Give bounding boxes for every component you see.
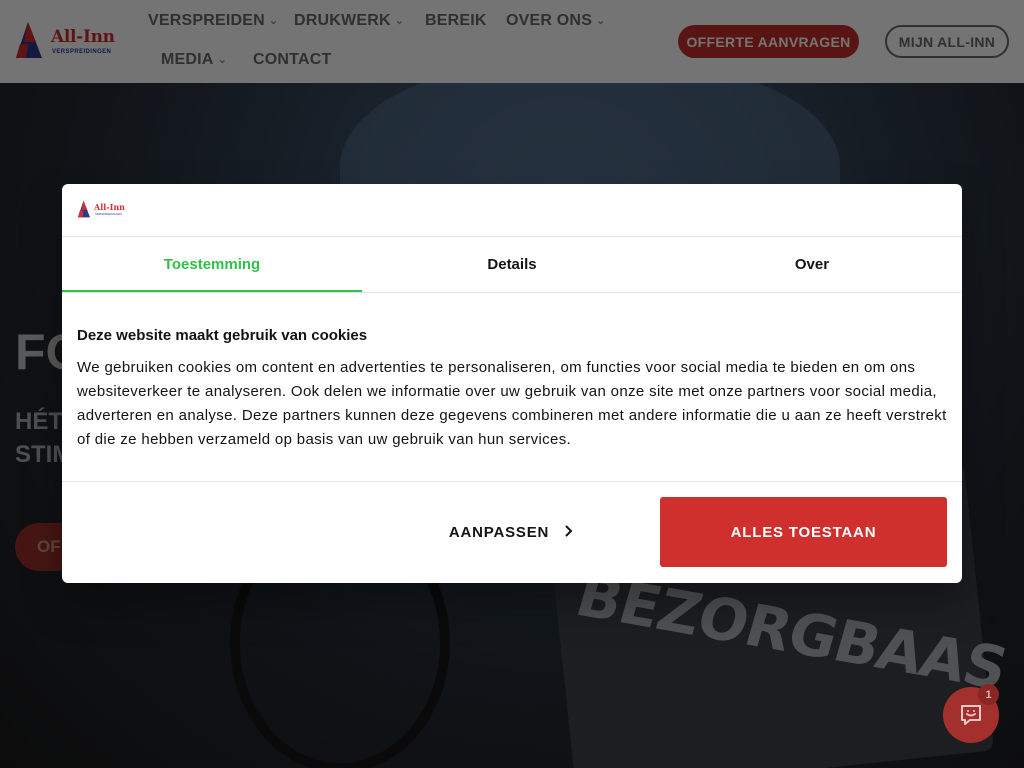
dialog-logo: All-Inn VERSPREIDINGEN	[77, 199, 137, 221]
cookie-description: We gebruiken cookies om content en adver…	[77, 359, 947, 448]
customize-label: AANPASSEN	[448, 523, 550, 541]
chat-unread-badge: 1	[978, 684, 999, 705]
divider	[62, 292, 962, 293]
chat-smile-icon	[961, 705, 981, 725]
tab-toestemming[interactable]: Toestemming	[62, 237, 362, 292]
tab-details[interactable]: Details	[362, 237, 662, 292]
cookie-consent-dialog: All-Inn VERSPREIDINGEN Toestemming Detai…	[62, 184, 962, 583]
tab-over[interactable]: Over	[662, 237, 962, 292]
chevron-right-icon	[565, 524, 573, 540]
cookie-heading: Deze website maakt gebruik van cookies	[77, 327, 368, 344]
customize-button[interactable]: AANPASSEN	[431, 497, 591, 567]
divider	[62, 481, 962, 482]
accept-all-button[interactable]: ALLES TOESTAAN	[660, 497, 947, 567]
dialog-logo-tagline: VERSPREIDINGEN	[95, 212, 122, 216]
dialog-logo-name: All-Inn	[94, 202, 125, 212]
active-tab-indicator	[62, 290, 362, 292]
logo-mark-icon	[77, 200, 91, 218]
